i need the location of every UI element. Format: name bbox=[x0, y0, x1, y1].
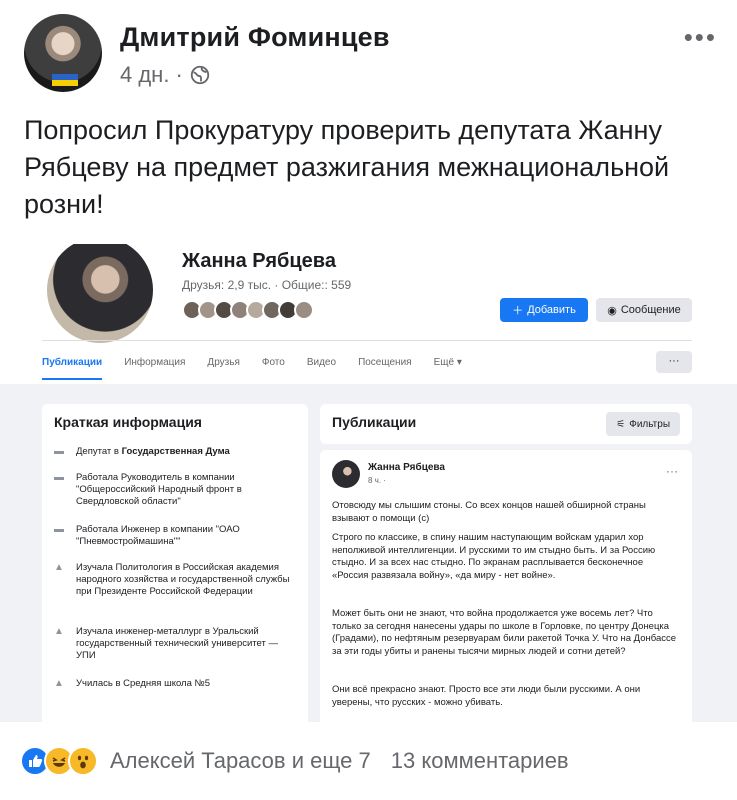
filters-label: Фильтры bbox=[629, 418, 670, 430]
messenger-icon: ◉ bbox=[607, 304, 617, 317]
intro-title: Краткая информация bbox=[54, 414, 202, 430]
reaction-icons[interactable] bbox=[20, 746, 98, 776]
embedded-post-paragraph: Отовсюду мы слышим стоны. Со всех концов… bbox=[332, 500, 646, 524]
intro-item: ▬ Работала Руководитель в компании "Общер… bbox=[54, 472, 300, 508]
briefcase-icon: ▬ bbox=[54, 472, 64, 483]
intro-text: Депутат в bbox=[76, 446, 122, 457]
intro-text: Училась в Средняя школа №5 bbox=[76, 678, 210, 689]
mutual-friends-avatars bbox=[182, 300, 314, 320]
author-avatar[interactable] bbox=[24, 14, 102, 92]
embedded-post-options-icon: ··· bbox=[666, 464, 678, 478]
publications-title: Публикации bbox=[332, 414, 417, 430]
profile-header: Жанна Рябцева Друзья: 2,9 тыс. · Общие::… bbox=[0, 244, 737, 384]
intro-text: Изучала Политология в Российская академи… bbox=[76, 562, 290, 597]
add-friend-label: Добавить bbox=[527, 304, 576, 316]
intro-item: ▲ Изучала Политология в Российская академ… bbox=[54, 562, 300, 598]
message-button: ◉ Сообщение bbox=[596, 298, 692, 322]
intro-item: ▲ Училась в Средняя школа №5 bbox=[54, 678, 300, 690]
intro-item: ▲ Изучала инженер-металлург в Уральский г… bbox=[54, 626, 300, 662]
briefcase-icon: ▬ bbox=[54, 524, 64, 535]
tab-info: Информация bbox=[124, 357, 186, 368]
embedded-post-meta: 8 ч. · bbox=[368, 476, 386, 485]
intro-card: Краткая информация ▬ Депутат в Государств… bbox=[42, 404, 308, 722]
intro-bold: Государственная Дума bbox=[121, 446, 230, 457]
reactions-names[interactable]: Алексей Тарасов и еще 7 bbox=[110, 748, 371, 774]
globe-icon bbox=[190, 65, 209, 85]
intro-text: Изучала инженер-металлург в Уральский го… bbox=[76, 626, 279, 661]
tab-friends: Друзья bbox=[207, 357, 240, 368]
post-text: Попросил Прокуратуру проверить депутата … bbox=[24, 115, 670, 219]
tab-more: Ещё ▾ bbox=[433, 357, 462, 368]
embedded-post-paragraph: Строго по классике, в спину нашим наступ… bbox=[332, 532, 656, 581]
graduation-cap-icon: ▲ bbox=[54, 678, 64, 689]
intro-text: Работала Инженер в компании "ОАО "Пневмо… bbox=[76, 524, 240, 547]
tabs-more-button: ··· bbox=[656, 351, 692, 373]
post-author-name[interactable]: Дмитрий Фоминцев bbox=[120, 22, 390, 53]
embedded-post-author: Жанна Рябцева bbox=[368, 462, 445, 473]
briefcase-icon: ▬ bbox=[54, 446, 64, 457]
add-friend-button: ＋ Добавить bbox=[500, 298, 588, 322]
graduation-cap-icon: ▲ bbox=[54, 626, 64, 637]
tab-publications: Публикации bbox=[42, 357, 103, 380]
reactions-bar: Алексей Тарасов и еще 7 13 комментариев bbox=[0, 722, 737, 800]
tab-photo: Фото bbox=[261, 357, 285, 368]
graduation-cap-icon: ▲ bbox=[54, 562, 64, 573]
intro-item: ▬ Депутат в Государственная Дума bbox=[54, 446, 300, 458]
embedded-post-card: Жанна Рябцева 8 ч. · ··· Отовсюду мы слы… bbox=[320, 450, 692, 722]
embedded-post-paragraph: Они всё прекрасно знают. Просто все эти … bbox=[332, 684, 641, 708]
post-meta: 4 дн. · bbox=[120, 62, 211, 88]
filter-icon: ⚟ bbox=[616, 418, 626, 430]
intro-text: Работала Руководитель в компании "Общеро… bbox=[76, 472, 242, 507]
filters-button: ⚟ Фильтры bbox=[606, 412, 680, 436]
profile-picture bbox=[44, 244, 156, 346]
profile-name: Жанна Рябцева bbox=[182, 250, 336, 272]
comments-count[interactable]: 13 комментариев bbox=[391, 748, 569, 774]
embedded-post-paragraph: Может быть они не знают, что война продо… bbox=[332, 608, 677, 657]
avatar bbox=[294, 300, 314, 320]
publications-header-card: Публикации ⚟ Фильтры bbox=[320, 404, 692, 444]
meta-separator: · bbox=[175, 62, 183, 87]
embedded-screenshot[interactable]: Жанна Рябцева Друзья: 2,9 тыс. · Общие::… bbox=[0, 244, 737, 722]
post-options-icon[interactable]: ••• bbox=[684, 22, 717, 53]
message-label: Сообщение bbox=[620, 304, 681, 316]
ukraine-flag-icon bbox=[52, 74, 78, 86]
profile-friends: Друзья: 2,9 тыс. · Общие:: 559 bbox=[182, 278, 352, 292]
avatar bbox=[332, 460, 360, 488]
post-header: Дмитрий Фоминцев 4 дн. · ••• bbox=[0, 0, 737, 100]
profile-tabs: Публикации Информация Друзья Фото Видео … bbox=[42, 340, 692, 384]
tab-visits: Посещения bbox=[358, 357, 412, 368]
add-user-icon: ＋ bbox=[512, 305, 524, 317]
intro-item: ▬ Работала Инженер в компании "ОАО "Пневм… bbox=[54, 524, 300, 548]
wow-reaction-icon bbox=[68, 746, 98, 776]
tab-video: Видео bbox=[306, 357, 337, 368]
post-time[interactable]: 4 дн. bbox=[120, 62, 169, 88]
